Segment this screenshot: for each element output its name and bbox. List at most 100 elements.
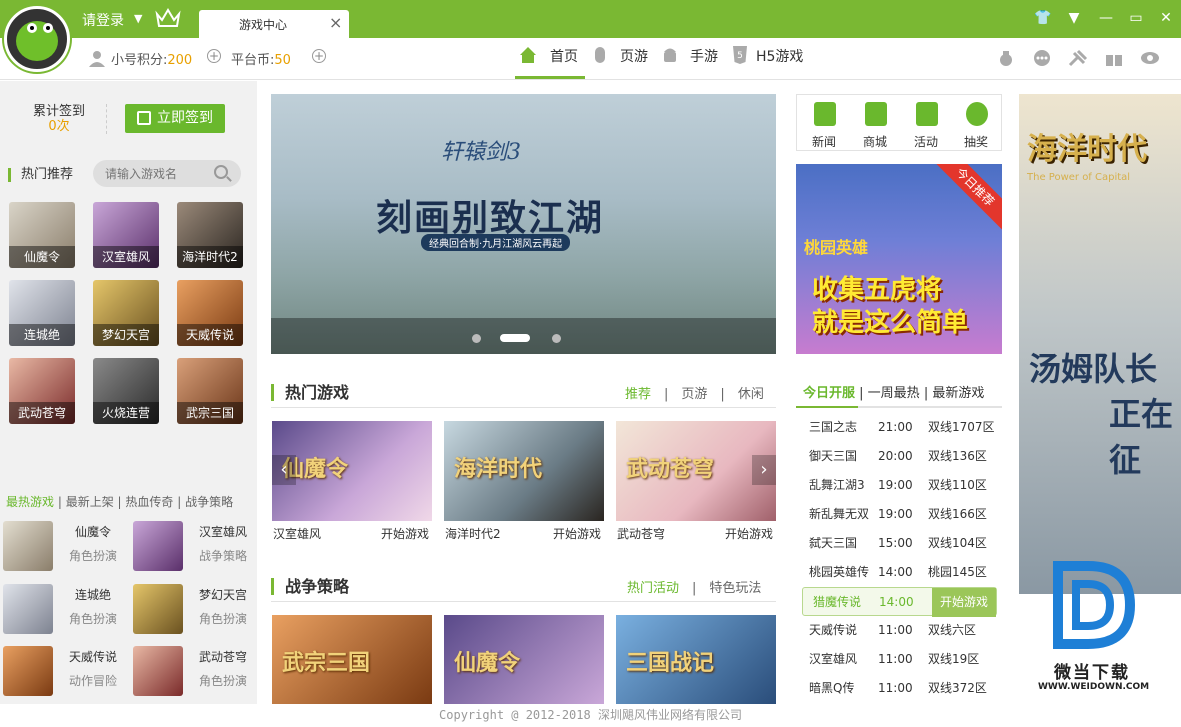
game-card[interactable]: 三国战记 (616, 615, 776, 704)
game-card[interactable]: 海洋时代 (444, 421, 604, 521)
shop-link[interactable]: 商城 (850, 95, 900, 152)
sign-in-button[interactable]: 立即签到 (125, 104, 225, 133)
events-link[interactable]: 活动 (901, 95, 951, 152)
eye-icon[interactable] (1140, 49, 1160, 67)
promo-banner[interactable]: 桃园英雄 收集五虎将 就是这么简单 今日推荐 (796, 164, 1002, 354)
server-row[interactable]: 弑天三国 15:00 双线104区 (802, 529, 997, 558)
game-tile[interactable]: 汉室雄风 (93, 202, 159, 268)
tab-features[interactable]: 特色玩法 (709, 581, 761, 596)
carousel-dot[interactable] (552, 334, 561, 343)
nav-mobile-games[interactable]: 手游 (690, 46, 718, 66)
search-icon[interactable] (214, 165, 228, 179)
server-row[interactable]: 三国之志 21:00 双线1707区 (802, 413, 997, 442)
server-row[interactable]: 天威传说 11:00 双线六区 (802, 616, 997, 645)
list-item[interactable]: 梦幻天宫 角色扮演 (133, 584, 253, 636)
add-score-button[interactable]: + (207, 49, 221, 63)
server-row[interactable]: 桃园英雄传 14:00 桃园145区 (802, 558, 997, 587)
mouse-icon[interactable] (590, 45, 610, 65)
server-row[interactable]: 御天三国 20:00 双线136区 (802, 442, 997, 471)
list-item[interactable]: 连城绝 角色扮演 (3, 584, 123, 636)
nav-web-games[interactable]: 页游 (620, 46, 648, 66)
chevron-left-icon[interactable]: ‹ (272, 455, 296, 485)
minimize-icon[interactable]: — (1098, 10, 1114, 26)
server-row-highlighted[interactable]: 猎魔传说 14:00 开始游戏 (802, 587, 997, 617)
list-item[interactable]: 天威传说 动作冒险 (3, 646, 123, 698)
tab-web[interactable]: 页游 (681, 387, 707, 402)
game-tile[interactable]: 梦幻天宫 (93, 280, 159, 346)
weidown-logo-icon (1053, 561, 1136, 649)
login-link[interactable]: 请登录 (82, 10, 124, 30)
watermark-title: 微当下载 (1054, 663, 1130, 683)
main-banner[interactable]: 轩辕剑3 刻画别致江湖 经典回合制·九月江湖风云再起 (271, 94, 776, 354)
start-game-button[interactable]: 开始游戏 (725, 525, 773, 542)
lottery-link[interactable]: 抽奖 (951, 95, 1001, 152)
game-name[interactable]: 武动苍穹 (617, 525, 665, 542)
satellite-icon[interactable] (1068, 49, 1088, 67)
gift-icon[interactable] (1104, 49, 1124, 67)
start-game-button[interactable]: 开始游戏 (381, 525, 429, 542)
left-category-tabs: 最热游戏 | 最新上架 | 热血传奇 | 战争策略 (6, 495, 234, 509)
server-row[interactable]: 新乱舞无双 19:00 双线166区 (802, 500, 997, 529)
ad-text: 正在征 (1109, 395, 1174, 479)
start-game-button[interactable]: 开始游戏 (553, 525, 601, 542)
game-tile[interactable]: 火烧连营 (93, 358, 159, 424)
game-tile[interactable]: 仙魔令 (9, 202, 75, 268)
tab-recommend[interactable]: 推荐 (625, 387, 651, 402)
add-coin-button[interactable]: + (312, 49, 326, 63)
tab-strategy[interactable]: 战争策略 (185, 495, 233, 509)
tab-hottest[interactable]: 最热游戏 (6, 495, 54, 509)
html5-icon[interactable]: 5 (730, 45, 750, 65)
game-tile[interactable]: 连城绝 (9, 280, 75, 346)
maximize-icon[interactable]: ▭ (1128, 10, 1144, 26)
news-link[interactable]: 新闻 (799, 95, 849, 152)
game-tile[interactable]: 天威传说 (177, 280, 243, 346)
money-bag-icon[interactable] (996, 49, 1016, 67)
game-card[interactable]: 仙魔令 (272, 421, 432, 521)
game-name[interactable]: 汉室雄风 (273, 525, 321, 542)
crown-icon[interactable] (155, 6, 181, 30)
carousel-dot-active[interactable] (500, 334, 530, 342)
server-tabs: 今日开服 | 一周最热 | 最新游戏 (803, 386, 985, 401)
hot-recommend-title: 热门推荐 (8, 168, 73, 182)
chevron-down-icon[interactable]: ▼ (134, 12, 142, 25)
game-name[interactable]: 海洋时代2 (445, 525, 501, 542)
game-card[interactable]: 武宗三国 (272, 615, 432, 704)
chat-icon[interactable] (1032, 49, 1052, 67)
tab-game-center[interactable]: 游戏中心 × (199, 10, 349, 38)
server-row[interactable]: 乱舞江湖3 19:00 双线110区 (802, 471, 997, 500)
nav-h5-games[interactable]: H5游戏 (756, 46, 803, 66)
start-game-button[interactable]: 开始游戏 (932, 588, 996, 617)
quick-links: 新闻 商城 活动 抽奖 (796, 94, 1002, 151)
banner-logo: 轩辕剑3 (441, 140, 521, 165)
avatar[interactable] (4, 6, 70, 72)
tab-hot-events[interactable]: 热门活动 (627, 581, 679, 596)
server-row[interactable]: 暗黑Q传 11:00 双线372区 (802, 674, 997, 703)
game-tile[interactable]: 武动苍穹 (9, 358, 75, 424)
chevron-right-icon[interactable]: › (752, 455, 776, 485)
close-window-icon[interactable]: ✕ (1158, 10, 1174, 26)
promo-logo: 桃园英雄 (804, 238, 869, 257)
home-icon[interactable] (518, 45, 538, 65)
menu-icon[interactable]: ▼ (1066, 10, 1082, 26)
tab-new-games[interactable]: 最新游戏 (932, 386, 984, 401)
android-icon[interactable] (660, 45, 680, 65)
list-item[interactable]: 汉室雄风 战争策略 (133, 521, 253, 573)
carousel-dot[interactable] (472, 334, 481, 343)
list-item[interactable]: 武动苍穹 角色扮演 (133, 646, 253, 698)
nav-home[interactable]: 首页 (550, 46, 578, 66)
list-item[interactable]: 仙魔令 角色扮演 (3, 521, 123, 573)
user-icon (89, 51, 105, 67)
game-card[interactable]: 仙魔令 (444, 615, 604, 704)
tab-newest[interactable]: 最新上架 (66, 495, 114, 509)
tab-today-servers[interactable]: 今日开服 (803, 386, 855, 401)
side-ad[interactable]: 海洋时代 The Power of Capital 汤姆队长 正在征 (1019, 94, 1181, 594)
close-icon[interactable]: × (329, 13, 342, 32)
skin-icon[interactable]: 👕 (1034, 10, 1051, 26)
svg-text:5: 5 (737, 51, 743, 61)
game-tile[interactable]: 武宗三国 (177, 358, 243, 424)
game-tile[interactable]: 海洋时代2 (177, 202, 243, 268)
tab-legend[interactable]: 热血传奇 (125, 495, 173, 509)
server-row[interactable]: 汉室雄风 11:00 双线19区 (802, 645, 997, 674)
tab-weekly-hot[interactable]: 一周最热 (868, 386, 920, 401)
tab-casual[interactable]: 休闲 (738, 387, 764, 402)
